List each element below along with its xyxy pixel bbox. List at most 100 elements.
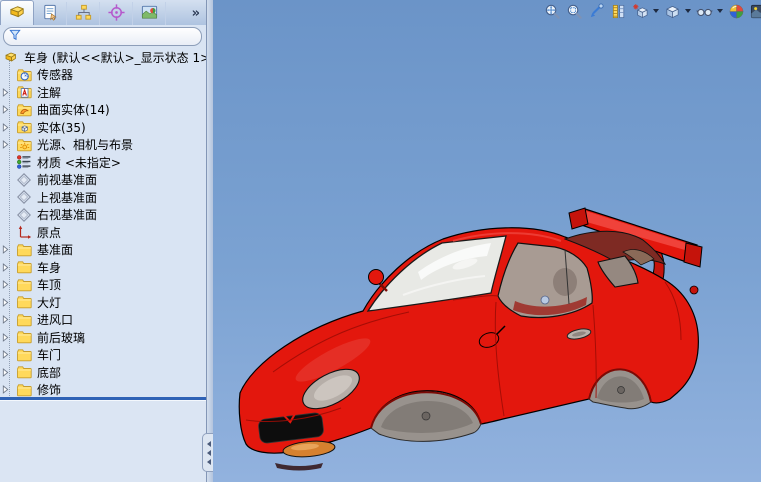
origin-icon xyxy=(16,224,32,240)
feature-manager-icon xyxy=(8,2,27,24)
tree-item[interactable]: 底部 xyxy=(0,364,206,382)
tree-item-label: 车身 xyxy=(37,260,62,275)
tree-item-label: 原点 xyxy=(37,225,62,240)
tree-item[interactable]: 原点 xyxy=(0,224,206,242)
folder-icon xyxy=(16,347,32,363)
property-manager-icon xyxy=(41,3,60,25)
tree-item[interactable]: 修饰 xyxy=(0,381,206,397)
tree-item[interactable]: 注解 xyxy=(0,84,206,102)
tree-item[interactable]: 传感器 xyxy=(0,66,206,84)
tree-root-label: 车身 (默认<<默认>_显示状态 1> xyxy=(24,50,206,65)
tree-item-label: 曲面实体(14) xyxy=(37,103,110,118)
tree-item-label: 车顶 xyxy=(37,278,62,293)
expand-arrow-icon[interactable] xyxy=(2,87,13,97)
previous-view-icon[interactable] xyxy=(586,2,606,21)
tree-item-label: 前后玻璃 xyxy=(37,330,86,345)
panel-lower-pane xyxy=(0,401,206,482)
dropdown-arrow-icon[interactable] xyxy=(685,9,691,13)
tree-item-label: 前视基准面 xyxy=(37,173,98,188)
solidworks-window: » 车身 (默认<<默认>_显示状态 1> 传感器 注解 曲面实体(14) 实体… xyxy=(0,0,761,482)
expand-arrow-icon[interactable] xyxy=(2,350,13,360)
tree-item-label: 注解 xyxy=(37,85,62,100)
car-model[interactable] xyxy=(213,0,761,482)
tree-item[interactable]: 右视基准面 xyxy=(0,206,206,224)
plane-icon xyxy=(16,207,32,223)
annotations-icon xyxy=(16,84,32,100)
tree-item[interactable]: 进风口 xyxy=(0,311,206,329)
tree-item[interactable]: 材质 <未指定> xyxy=(0,154,206,172)
graphics-viewport[interactable] xyxy=(213,0,761,482)
dropdown-arrow-icon[interactable] xyxy=(717,9,723,13)
expand-arrow-icon[interactable] xyxy=(2,122,13,132)
tree-item[interactable]: 车顶 xyxy=(0,276,206,294)
tree-item[interactable]: 光源、相机与布景 xyxy=(0,136,206,154)
filter-row xyxy=(0,25,206,48)
hide-show-items-icon[interactable] xyxy=(694,2,714,21)
tab-configuration-manager[interactable] xyxy=(67,2,100,25)
expand-arrow-icon[interactable] xyxy=(2,105,13,115)
tree-item-label: 右视基准面 xyxy=(37,208,98,223)
collapse-arrow-icon xyxy=(206,440,211,447)
tree-item-label: 车门 xyxy=(37,348,62,363)
folder-icon xyxy=(16,242,32,258)
apply-scene-icon[interactable] xyxy=(748,2,761,21)
expand-arrow-icon[interactable] xyxy=(2,245,13,255)
view-orientation-icon[interactable] xyxy=(630,2,650,21)
filter-input[interactable] xyxy=(21,29,201,44)
zoom-to-fit-icon[interactable] xyxy=(542,2,562,21)
tree-item[interactable]: 实体(35) xyxy=(0,119,206,137)
configuration-manager-icon xyxy=(74,3,93,25)
tab-dimxpert-manager[interactable] xyxy=(100,2,133,25)
tree-item-label: 大灯 xyxy=(37,295,62,310)
collapse-arrow-icon xyxy=(206,458,211,465)
tree-item-label: 上视基准面 xyxy=(37,190,98,205)
zoom-to-area-icon[interactable] xyxy=(564,2,584,21)
tab-display-manager[interactable] xyxy=(133,2,166,25)
filter-funnel-icon xyxy=(9,29,21,44)
heads-up-toolbar xyxy=(542,1,761,21)
car-fuel-cap xyxy=(689,285,699,295)
tree-root-item[interactable]: 车身 (默认<<默认>_显示状态 1> xyxy=(0,48,206,66)
filter-box[interactable] xyxy=(3,27,202,46)
tree-item[interactable]: 车身 xyxy=(0,259,206,277)
edit-appearance-icon[interactable] xyxy=(726,2,746,21)
tree-item-label: 材质 <未指定> xyxy=(37,155,121,170)
expand-arrow-icon[interactable] xyxy=(2,140,13,150)
material-icon xyxy=(16,154,32,170)
tab-overflow-chevron[interactable]: » xyxy=(192,6,206,25)
expand-arrow-icon[interactable] xyxy=(2,262,13,272)
tree-item[interactable]: 车门 xyxy=(0,346,206,364)
dimxpert-manager-icon xyxy=(107,3,126,25)
collapse-arrow-icon xyxy=(206,449,211,456)
surface-bodies-icon xyxy=(16,102,32,118)
tab-feature-manager[interactable] xyxy=(0,0,34,25)
folder-icon xyxy=(16,294,32,310)
expand-arrow-icon[interactable] xyxy=(2,280,13,290)
expand-arrow-icon[interactable] xyxy=(2,332,13,342)
tree-item-label: 光源、相机与布景 xyxy=(37,138,134,153)
tree-item-label: 基准面 xyxy=(37,243,74,258)
expand-arrow-icon[interactable] xyxy=(2,315,13,325)
expand-arrow-icon[interactable] xyxy=(2,367,13,377)
tree-item-label: 修饰 xyxy=(37,383,62,397)
lights-cameras-icon xyxy=(16,137,32,153)
display-style-icon[interactable] xyxy=(662,2,682,21)
tree-item[interactable]: 基准面 xyxy=(0,241,206,259)
feature-manager-panel: » 车身 (默认<<默认>_显示状态 1> 传感器 注解 曲面实体(14) 实体… xyxy=(0,0,207,482)
tab-property-manager[interactable] xyxy=(34,2,67,25)
tree-item[interactable]: 前视基准面 xyxy=(0,171,206,189)
tree-item[interactable]: 大灯 xyxy=(0,294,206,312)
tree-item-label: 实体(35) xyxy=(37,120,86,135)
tree-items: 传感器 注解 曲面实体(14) 实体(35) 光源、相机与布景 材质 <未指定>… xyxy=(0,66,206,397)
tree-item[interactable]: 曲面实体(14) xyxy=(0,101,206,119)
folder-icon xyxy=(16,259,32,275)
feature-tree: 车身 (默认<<默认>_显示状态 1> 传感器 注解 曲面实体(14) 实体(3… xyxy=(0,48,206,397)
expand-arrow-icon[interactable] xyxy=(2,385,13,395)
tree-item[interactable]: 前后玻璃 xyxy=(0,329,206,347)
tree-item[interactable]: 上视基准面 xyxy=(0,189,206,207)
folder-icon xyxy=(16,329,32,345)
expand-arrow-icon[interactable] xyxy=(2,297,13,307)
dropdown-arrow-icon[interactable] xyxy=(653,9,659,13)
section-view-icon[interactable] xyxy=(608,2,628,21)
folder-icon xyxy=(16,312,32,328)
